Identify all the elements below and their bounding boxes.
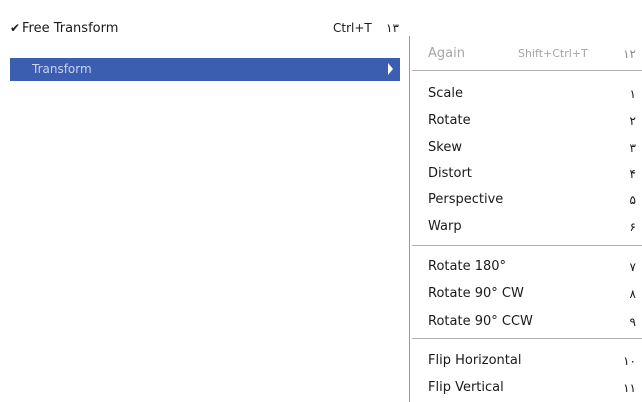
flip-horizontal-item[interactable]: Flip Horizontal ۱۰ [410,349,642,373]
menu-separator [412,70,642,72]
flip-vertical-number: ۱۱ [623,381,636,395]
scale-number: ۱ [629,87,636,101]
rotate-90-cw-label: Rotate 90° CW [428,286,524,301]
rotate-90-cw-number: ۸ [629,287,636,301]
rotate-90-cw-item[interactable]: Rotate 90° CW ۸ [410,282,642,306]
rotate-180-item[interactable]: Rotate 180° ۷ [410,255,642,279]
again-number: ۱۲ [623,47,636,61]
rotate-90-ccw-label: Rotate 90° CCW [428,314,533,329]
free-transform-label: Free Transform [22,21,119,36]
rotate-90-ccw-number: ۹ [629,315,636,329]
skew-number: ۳ [629,141,636,155]
free-transform-number: ۱۳ [386,21,399,35]
again-label: Again [428,46,465,61]
flip-horizontal-label: Flip Horizontal [428,353,522,368]
warp-label: Warp [428,219,462,234]
rotate-label: Rotate [428,113,471,128]
warp-item[interactable]: Warp ۶ [410,215,642,239]
transform-item[interactable]: Transform [10,58,400,81]
again-item: Again Shift+Ctrl+T ۱۲ [410,42,642,66]
perspective-item[interactable]: Perspective ۵ [410,188,642,212]
scale-label: Scale [428,86,463,101]
distort-number: ۴ [629,167,636,181]
rotate-180-label: Rotate 180° [428,259,507,274]
transform-label: Transform [32,62,92,76]
free-transform-item[interactable]: ✔ Free Transform Ctrl+T ۱۳ [0,18,400,40]
menu-separator [412,245,642,247]
warp-number: ۶ [629,220,636,234]
rotate-item[interactable]: Rotate ۲ [410,109,642,133]
flip-horizontal-number: ۱۰ [623,354,636,368]
distort-item[interactable]: Distort ۴ [410,162,642,186]
rotate-number: ۲ [629,114,636,128]
menu-separator [412,338,642,340]
rotate-90-ccw-item[interactable]: Rotate 90° CCW ۹ [410,310,642,334]
perspective-label: Perspective [428,192,504,207]
skew-item[interactable]: Skew ۳ [410,136,642,160]
free-transform-shortcut: Ctrl+T [333,21,372,35]
perspective-number: ۵ [629,193,636,207]
submenu-arrow-icon [388,63,393,75]
flip-vertical-label: Flip Vertical [428,380,504,395]
skew-label: Skew [428,140,462,155]
checkmark-icon: ✔ [10,21,21,35]
flip-vertical-item[interactable]: Flip Vertical ۱۱ [410,376,642,400]
main-menu: ✔ Free Transform Ctrl+T ۱۳ Transform [0,14,408,402]
rotate-180-number: ۷ [629,260,636,274]
again-shortcut: Shift+Ctrl+T [518,47,588,60]
scale-item[interactable]: Scale ۱ [410,82,642,106]
transform-submenu: Again Shift+Ctrl+T ۱۲ Scale ۱ Rotate ۲ S… [409,36,642,402]
distort-label: Distort [428,166,472,181]
